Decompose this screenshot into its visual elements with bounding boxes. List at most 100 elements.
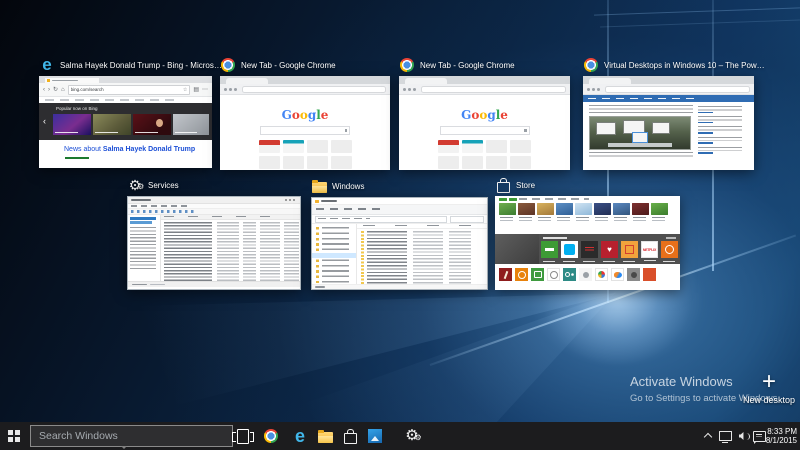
services-console-body [128, 215, 300, 281]
window-preview-store[interactable]: ♥ NETFLIX [495, 196, 680, 290]
task-thumbnail-explorer-windows[interactable]: Windows [311, 177, 488, 290]
window-preview-chrome-newtab-1[interactable]: Google [220, 76, 390, 170]
task-view-icon [237, 429, 249, 444]
bing-news-section: News about Salma Hayek Donald Trump [39, 140, 212, 168]
task-thumbnail-chrome-newtab-2[interactable]: New Tab - Google Chrome Google [399, 56, 570, 170]
sidebar-item [698, 106, 750, 113]
forward-icon: › [48, 87, 50, 93]
hub-icon: ▤ [193, 87, 199, 93]
new-desktop-label: New desktop [738, 395, 800, 405]
window-preview-chrome-newtab-2[interactable]: Google [399, 76, 570, 170]
thumbnail-title-row: New Tab - Google Chrome [220, 56, 390, 74]
bing-popular-carousel: Popular now on Bing ‹ [39, 103, 212, 140]
screenshot-mini-window [596, 122, 616, 135]
store-nav-chip [509, 198, 517, 201]
heart-icon: ♥ [607, 246, 612, 254]
news-link: Salma Hayek Donald Trump [103, 146, 195, 153]
sidebar-item [698, 126, 750, 133]
browser-tab [45, 78, 99, 83]
titlebar-text-bar [131, 199, 151, 201]
store-app-tile [563, 268, 576, 281]
clock-time: 8:33 PM [755, 427, 797, 437]
tray-network-button[interactable] [718, 422, 733, 450]
google-search-box [440, 126, 530, 135]
taskbar-chrome-button[interactable] [258, 422, 284, 450]
site-tile [307, 140, 328, 153]
window-preview-explorer[interactable] [311, 197, 488, 290]
store-game-tile [537, 202, 554, 229]
tray-expand-button[interactable] [700, 422, 715, 450]
search-flyout-caret [121, 446, 127, 449]
taskbar: e ⚙⚙ 8:33 PM 8/1/2015 [0, 422, 800, 450]
google-logo: Google [399, 109, 570, 121]
site-tile [259, 156, 280, 169]
window-caption-buttons [285, 199, 297, 201]
taskbar-store-button[interactable] [337, 422, 363, 450]
forward-icon [592, 88, 595, 91]
read-more-link [698, 132, 713, 134]
tab-bar [583, 76, 754, 84]
ribbon-tabs [312, 205, 487, 215]
task-thumbnail-chrome-newtab-1[interactable]: New Tab - Google Chrome Google [220, 56, 390, 170]
tray-volume-button[interactable] [735, 422, 750, 450]
sidebar-item [698, 116, 750, 123]
task-thumbnail-store[interactable]: Store [495, 176, 680, 290]
search-input[interactable] [30, 425, 233, 447]
window-titlebar [128, 197, 300, 204]
thumbnail-title-row: e Salma Hayek Donald Trump - Bing - Micr… [39, 56, 222, 74]
new-tab-page: Google [220, 109, 390, 170]
address-bar [605, 86, 750, 93]
chrome-icon [399, 57, 415, 73]
google-logo: Google [220, 109, 390, 121]
refresh-icon [597, 88, 600, 91]
essential-apps-band: ♥ NETFLIX [495, 234, 680, 264]
services-gears-icon: ⚙⚙ [405, 428, 418, 444]
favorites-star-icon: ☆ [183, 87, 187, 93]
network-icon [719, 431, 732, 441]
taskbar-edge-button[interactable]: e [287, 422, 313, 450]
window-preview-chrome-article[interactable] [583, 76, 754, 170]
taskbar-services-button[interactable]: ⚙⚙ [399, 422, 425, 450]
taskbar-photos-button[interactable] [362, 422, 388, 450]
band-hero-area [495, 234, 539, 264]
address-bar [421, 86, 566, 93]
windows-logo-icon [8, 430, 14, 436]
bing-favicon [47, 79, 50, 82]
item-count-bar [315, 286, 325, 288]
task-thumbnail-chrome-article[interactable]: Virtual Desktops in Windows 10 – The Pow… [583, 56, 765, 170]
see-all-link-bar [666, 237, 676, 239]
news-prefix: News about [64, 146, 103, 153]
sidebar-item [698, 147, 750, 154]
carousel-card [53, 114, 91, 135]
sidebar-item [698, 137, 750, 144]
task-thumbnail-services[interactable]: ⚙⚙ Services [127, 176, 301, 290]
tab-bar [399, 76, 570, 84]
file-list [357, 224, 487, 284]
thumbnail-title-row: Windows [311, 177, 488, 195]
home-icon: ⌂ [61, 87, 65, 93]
thumbnail-title: New Tab - Google Chrome [420, 61, 515, 70]
taskbar-file-explorer-button[interactable] [312, 422, 338, 450]
folder-icon [311, 178, 327, 194]
store-bag-icon [495, 177, 511, 193]
article-body [583, 102, 754, 159]
site-tile [331, 156, 352, 169]
explorer-search-box [450, 216, 484, 223]
window-preview-edge-bing[interactable]: ‹ › ↻ ⌂ bing.com/search ☆ ▤ ⋯ Popular no… [39, 76, 212, 168]
browser-tab [226, 78, 268, 84]
window-preview-services[interactable] [127, 196, 301, 290]
folder-mini-icon [315, 200, 319, 203]
store-app-tile [579, 268, 592, 281]
new-desktop-button[interactable]: + New desktop [738, 370, 800, 405]
thumbnail-title: Virtual Desktops in Windows 10 – The Pow… [604, 61, 765, 70]
store-app-tile [627, 268, 640, 281]
chevron-up-icon [703, 433, 711, 441]
task-thumbnail-edge-bing[interactable]: e Salma Hayek Donald Trump - Bing - Micr… [39, 56, 222, 168]
taskbar-clock[interactable]: 8:33 PM 8/1/2015 [755, 422, 797, 450]
start-button[interactable] [0, 422, 28, 450]
clock-date: 8/1/2015 [755, 436, 797, 446]
screenshot-mini-window [632, 132, 648, 143]
store-app-tile [531, 268, 544, 281]
store-app-tile [499, 268, 512, 281]
task-view-button[interactable] [230, 422, 256, 450]
